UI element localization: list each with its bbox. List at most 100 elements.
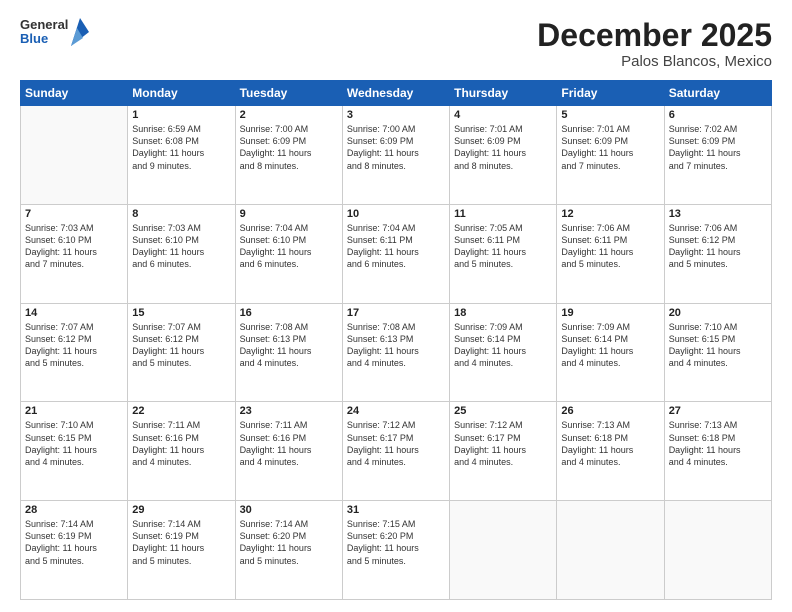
table-row: 7 Sunrise: 7:03 AMSunset: 6:10 PMDaylight… bbox=[21, 204, 128, 303]
table-row: 30Sunrise: 7:14 AMSunset: 6:20 PMDayligh… bbox=[235, 501, 342, 600]
day-info: Sunrise: 6:59 AMSunset: 6:08 PMDaylight:… bbox=[132, 123, 230, 172]
logo-general: General bbox=[20, 18, 68, 32]
day-number: 13 bbox=[669, 208, 767, 220]
day-info: Sunrise: 7:00 AMSunset: 6:09 PMDaylight:… bbox=[240, 123, 338, 172]
day-info: Sunrise: 7:15 AMSunset: 6:20 PMDaylight:… bbox=[347, 518, 445, 567]
table-row: 31 Sunrise: 7:15 AMSunset: 6:20 PMDayligh… bbox=[342, 501, 449, 600]
table-row: 13Sunrise: 7:06 AMSunset: 6:12 PMDayligh… bbox=[664, 204, 771, 303]
page: General Blue December 2025 Palos Blancos… bbox=[0, 0, 792, 612]
day-number: 15 bbox=[132, 307, 230, 319]
day-number: 22 bbox=[132, 405, 230, 417]
day-info: Sunrise: 7:14 AMSunset: 6:19 PMDaylight:… bbox=[25, 518, 123, 567]
day-number: 14 bbox=[25, 307, 123, 319]
day-number: 19 bbox=[561, 307, 659, 319]
day-info: Sunrise: 7:03 AMSunset: 6:10 PMDaylight:… bbox=[25, 222, 123, 271]
day-number: 7 bbox=[25, 208, 123, 220]
header-sunday: Sunday bbox=[21, 81, 128, 106]
header-saturday: Saturday bbox=[664, 81, 771, 106]
day-info: Sunrise: 7:12 AMSunset: 6:17 PMDaylight:… bbox=[454, 419, 552, 468]
day-info: Sunrise: 7:14 AMSunset: 6:20 PMDaylight:… bbox=[240, 518, 338, 567]
table-row: 4Sunrise: 7:01 AMSunset: 6:09 PMDaylight… bbox=[450, 106, 557, 205]
table-row: 3Sunrise: 7:00 AMSunset: 6:09 PMDaylight… bbox=[342, 106, 449, 205]
day-number: 20 bbox=[669, 307, 767, 319]
day-info: Sunrise: 7:08 AMSunset: 6:13 PMDaylight:… bbox=[240, 321, 338, 370]
header-wednesday: Wednesday bbox=[342, 81, 449, 106]
table-row: 19 Sunrise: 7:09 AMSunset: 6:14 PMDayligh… bbox=[557, 303, 664, 402]
day-number: 18 bbox=[454, 307, 552, 319]
location-subtitle: Palos Blancos, Mexico bbox=[537, 53, 772, 70]
day-number: 23 bbox=[240, 405, 338, 417]
day-info: Sunrise: 7:11 AMSunset: 6:16 PMDaylight:… bbox=[132, 419, 230, 468]
day-info: Sunrise: 7:04 AMSunset: 6:10 PMDaylight:… bbox=[240, 222, 338, 271]
day-number: 11 bbox=[454, 208, 552, 220]
day-info: Sunrise: 7:14 AMSunset: 6:19 PMDaylight:… bbox=[132, 518, 230, 567]
calendar-week-row: 1Sunrise: 6:59 AMSunset: 6:08 PMDaylight… bbox=[21, 106, 772, 205]
table-row bbox=[664, 501, 771, 600]
day-number: 27 bbox=[669, 405, 767, 417]
day-info: Sunrise: 7:03 AMSunset: 6:10 PMDaylight:… bbox=[132, 222, 230, 271]
table-row: 22 Sunrise: 7:11 AMSunset: 6:16 PMDayligh… bbox=[128, 402, 235, 501]
table-row: 21 Sunrise: 7:10 AMSunset: 6:15 PMDayligh… bbox=[21, 402, 128, 501]
calendar-week-row: 14 Sunrise: 7:07 AMSunset: 6:12 PMDayligh… bbox=[21, 303, 772, 402]
month-year-title: December 2025 bbox=[537, 18, 772, 53]
table-row: 15 Sunrise: 7:07 AMSunset: 6:12 PMDayligh… bbox=[128, 303, 235, 402]
table-row: 27 Sunrise: 7:13 AMSunset: 6:18 PMDayligh… bbox=[664, 402, 771, 501]
table-row: 25 Sunrise: 7:12 AMSunset: 6:17 PMDayligh… bbox=[450, 402, 557, 501]
table-row: 6 Sunrise: 7:02 AMSunset: 6:09 PMDaylight… bbox=[664, 106, 771, 205]
day-info: Sunrise: 7:09 AMSunset: 6:14 PMDaylight:… bbox=[454, 321, 552, 370]
logo-bird-icon bbox=[71, 18, 89, 46]
day-number: 17 bbox=[347, 307, 445, 319]
table-row: 14Sunrise: 7:07 AMSunset: 6:12 PMDayligh… bbox=[21, 303, 128, 402]
table-row: 5 Sunrise: 7:01 AMSunset: 6:09 PMDaylight… bbox=[557, 106, 664, 205]
table-row: 20Sunrise: 7:10 AMSunset: 6:15 PMDayligh… bbox=[664, 303, 771, 402]
day-info: Sunrise: 7:12 AMSunset: 6:17 PMDaylight:… bbox=[347, 419, 445, 468]
logo-blue: Blue bbox=[20, 32, 68, 46]
table-row: 10Sunrise: 7:04 AMSunset: 6:11 PMDayligh… bbox=[342, 204, 449, 303]
table-row bbox=[557, 501, 664, 600]
day-info: Sunrise: 7:13 AMSunset: 6:18 PMDaylight:… bbox=[561, 419, 659, 468]
day-info: Sunrise: 7:01 AMSunset: 6:09 PMDaylight:… bbox=[561, 123, 659, 172]
day-info: Sunrise: 7:02 AMSunset: 6:09 PMDaylight:… bbox=[669, 123, 767, 172]
day-number: 2 bbox=[240, 109, 338, 121]
table-row: 11 Sunrise: 7:05 AMSunset: 6:11 PMDayligh… bbox=[450, 204, 557, 303]
calendar-header-row: Sunday Monday Tuesday Wednesday Thursday… bbox=[21, 81, 772, 106]
table-row: 2 Sunrise: 7:00 AMSunset: 6:09 PMDaylight… bbox=[235, 106, 342, 205]
table-row bbox=[21, 106, 128, 205]
table-row: 17Sunrise: 7:08 AMSunset: 6:13 PMDayligh… bbox=[342, 303, 449, 402]
table-row: 28 Sunrise: 7:14 AMSunset: 6:19 PMDayligh… bbox=[21, 501, 128, 600]
day-info: Sunrise: 7:01 AMSunset: 6:09 PMDaylight:… bbox=[454, 123, 552, 172]
calendar-table: Sunday Monday Tuesday Wednesday Thursday… bbox=[20, 80, 772, 600]
title-block: December 2025 Palos Blancos, Mexico bbox=[537, 18, 772, 70]
day-number: 24 bbox=[347, 405, 445, 417]
day-info: Sunrise: 7:13 AMSunset: 6:18 PMDaylight:… bbox=[669, 419, 767, 468]
table-row: 24 Sunrise: 7:12 AMSunset: 6:17 PMDayligh… bbox=[342, 402, 449, 501]
header-friday: Friday bbox=[557, 81, 664, 106]
day-number: 21 bbox=[25, 405, 123, 417]
calendar-week-row: 28 Sunrise: 7:14 AMSunset: 6:19 PMDayligh… bbox=[21, 501, 772, 600]
header-tuesday: Tuesday bbox=[235, 81, 342, 106]
table-row: 8 Sunrise: 7:03 AMSunset: 6:10 PMDaylight… bbox=[128, 204, 235, 303]
header-monday: Monday bbox=[128, 81, 235, 106]
day-number: 12 bbox=[561, 208, 659, 220]
day-info: Sunrise: 7:10 AMSunset: 6:15 PMDaylight:… bbox=[25, 419, 123, 468]
table-row: 26 Sunrise: 7:13 AMSunset: 6:18 PMDayligh… bbox=[557, 402, 664, 501]
day-info: Sunrise: 7:11 AMSunset: 6:16 PMDaylight:… bbox=[240, 419, 338, 468]
table-row: 29Sunrise: 7:14 AMSunset: 6:19 PMDayligh… bbox=[128, 501, 235, 600]
table-row: 9Sunrise: 7:04 AMSunset: 6:10 PMDaylight… bbox=[235, 204, 342, 303]
day-number: 6 bbox=[669, 109, 767, 121]
day-info: Sunrise: 7:05 AMSunset: 6:11 PMDaylight:… bbox=[454, 222, 552, 271]
day-number: 28 bbox=[25, 504, 123, 516]
day-number: 5 bbox=[561, 109, 659, 121]
day-number: 25 bbox=[454, 405, 552, 417]
table-row: 23 Sunrise: 7:11 AMSunset: 6:16 PMDayligh… bbox=[235, 402, 342, 501]
logo: General Blue bbox=[20, 18, 89, 47]
day-number: 31 bbox=[347, 504, 445, 516]
calendar-week-row: 21 Sunrise: 7:10 AMSunset: 6:15 PMDayligh… bbox=[21, 402, 772, 501]
day-number: 16 bbox=[240, 307, 338, 319]
day-number: 26 bbox=[561, 405, 659, 417]
table-row bbox=[450, 501, 557, 600]
day-number: 8 bbox=[132, 208, 230, 220]
day-info: Sunrise: 7:09 AMSunset: 6:14 PMDaylight:… bbox=[561, 321, 659, 370]
header: General Blue December 2025 Palos Blancos… bbox=[20, 18, 772, 70]
day-info: Sunrise: 7:07 AMSunset: 6:12 PMDaylight:… bbox=[132, 321, 230, 370]
